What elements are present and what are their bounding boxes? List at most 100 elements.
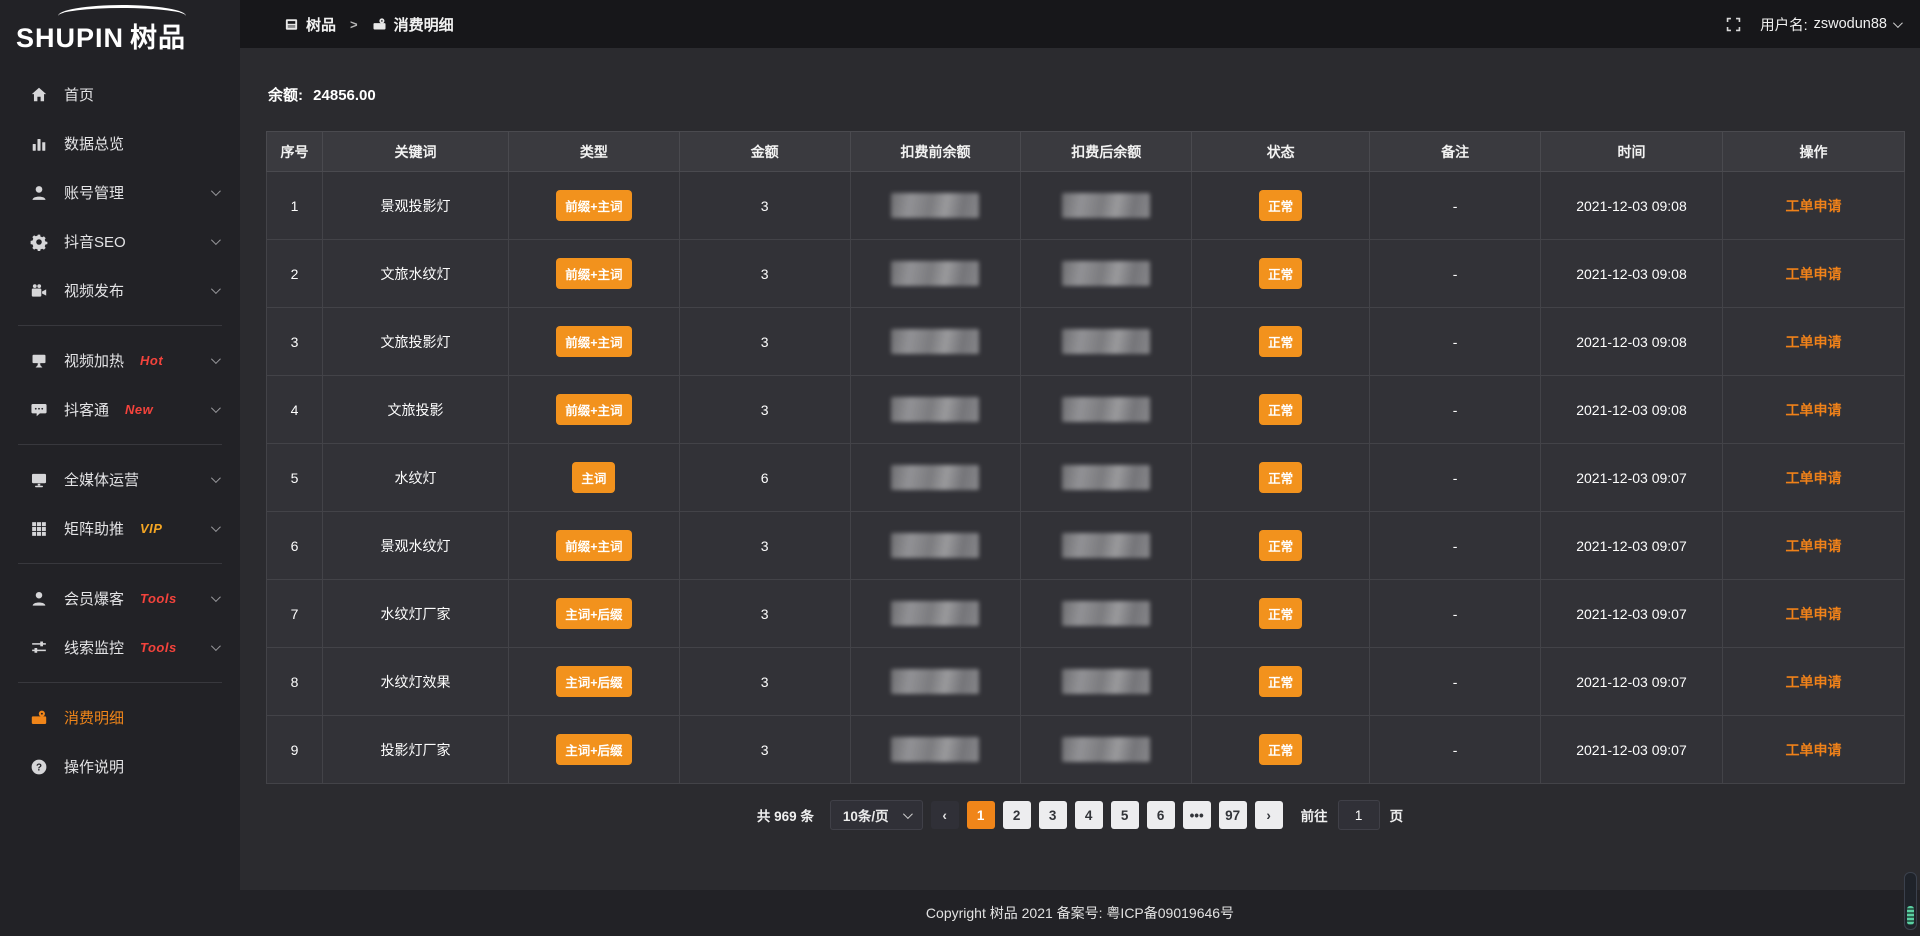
breadcrumb-item-current: 消费明细 <box>394 14 454 35</box>
member-icon <box>30 590 48 608</box>
work-order-link[interactable]: 工单申请 <box>1786 674 1842 690</box>
chat-icon <box>30 401 48 419</box>
sidebar-item-video-heating[interactable]: 视频加热Hot <box>0 336 240 385</box>
cell-index: 2 <box>267 240 323 308</box>
cell-status: 正常 <box>1192 308 1370 376</box>
sidebar-item-data-overview[interactable]: 数据总览 <box>0 119 240 168</box>
work-order-link[interactable]: 工单申请 <box>1786 402 1842 418</box>
censored-pre-balance <box>891 669 979 694</box>
sidebar-item-clue-monitor[interactable]: 线索监控 Tools <box>0 623 240 672</box>
page-button-5[interactable]: 5 <box>1111 801 1139 829</box>
sidebar-item-badge: Tools <box>140 640 177 655</box>
table-row: 7水纹灯厂家主词+后缀3正常-2021-12-03 09:07工单申请 <box>267 580 1905 648</box>
cell-remark: - <box>1370 308 1541 376</box>
col-header-status: 状态 <box>1192 132 1370 172</box>
sidebar-item-matrix-boost[interactable]: 矩阵助推VIP <box>0 504 240 553</box>
sidebar-item-video-publish[interactable]: 视频发布 <box>0 266 240 315</box>
cell-remark: - <box>1370 240 1541 308</box>
cell-index: 3 <box>267 308 323 376</box>
censored-pre-balance <box>891 261 979 286</box>
topbar: 树品 > 消费明细 用户名: zswodun88 <box>240 0 1920 48</box>
next-page-button[interactable]: › <box>1255 801 1283 829</box>
cell-amount: 3 <box>679 240 850 308</box>
page-button-3[interactable]: 3 <box>1039 801 1067 829</box>
table-row: 2文旅水纹灯前缀+主词3正常-2021-12-03 09:08工单申请 <box>267 240 1905 308</box>
prev-page-button[interactable]: ‹ <box>931 801 959 829</box>
scrollbar-thumb[interactable] <box>1907 906 1914 925</box>
sidebar-item-label: 视频发布 <box>64 280 124 301</box>
cell-amount: 6 <box>679 444 850 512</box>
user-menu[interactable]: 用户名: zswodun88 <box>1760 14 1900 35</box>
censored-pre-balance <box>891 533 979 558</box>
cell-keyword: 水纹灯厂家 <box>323 580 509 648</box>
page-size-select[interactable]: 10条/页 <box>830 800 923 830</box>
work-order-link[interactable]: 工单申请 <box>1786 742 1842 758</box>
sidebar-item-label: 线索监控 <box>64 637 124 658</box>
balance-value: 24856.00 <box>313 87 376 104</box>
goto-page: 前往 页 <box>1301 800 1404 830</box>
type-badge: 前缀+主词 <box>556 394 631 425</box>
work-order-link[interactable]: 工单申请 <box>1786 538 1842 554</box>
cell-action: 工单申请 <box>1723 444 1905 512</box>
page-button-1[interactable]: 1 <box>967 801 995 829</box>
col-header-amount: 金额 <box>679 132 850 172</box>
cell-keyword: 水纹灯 <box>323 444 509 512</box>
cell-status: 正常 <box>1192 240 1370 308</box>
consumption-table-wrap: 序号 关键词 类型 金额 扣费前余额 扣费后余额 状态 备注 时间 操作 1景观… <box>266 131 1905 784</box>
page-button-2[interactable]: 2 <box>1003 801 1031 829</box>
logo-arc-decoration <box>58 5 186 16</box>
breadcrumb-item-root[interactable]: 树品 <box>306 14 336 35</box>
fullscreen-icon[interactable] <box>1725 16 1742 33</box>
cell-amount: 3 <box>679 580 850 648</box>
page-button-4[interactable]: 4 <box>1075 801 1103 829</box>
scrollbar-widget[interactable] <box>1904 872 1917 930</box>
breadcrumb-separator: > <box>350 17 358 32</box>
topbar-right: 用户名: zswodun88 <box>1725 14 1900 35</box>
work-order-link[interactable]: 工单申请 <box>1786 606 1842 622</box>
sidebar-divider <box>18 325 222 326</box>
sidebar-item-member-burst[interactable]: 会员爆客Tools <box>0 574 240 623</box>
heat-icon <box>30 352 48 370</box>
sidebar-item-home[interactable]: 首页 <box>0 70 240 119</box>
col-header-remark: 备注 <box>1370 132 1541 172</box>
balance-label: 余额: <box>268 87 303 104</box>
cell-amount: 3 <box>679 512 850 580</box>
sidebar-item-douketong[interactable]: 抖客通New <box>0 385 240 434</box>
logo-text: SHUPIN树品 <box>16 16 240 55</box>
cell-keyword: 文旅投影 <box>323 376 509 444</box>
cell-type: 前缀+主词 <box>509 172 680 240</box>
sidebar-item-consumption-detail[interactable]: 消费明细 <box>0 693 240 742</box>
cell-post-balance <box>1021 512 1192 580</box>
work-order-link[interactable]: 工单申请 <box>1786 470 1842 486</box>
work-order-link[interactable]: 工单申请 <box>1786 334 1842 350</box>
sidebar-item-douyin-seo[interactable]: 抖音SEO <box>0 217 240 266</box>
cell-time: 2021-12-03 09:07 <box>1541 444 1723 512</box>
goto-page-input[interactable] <box>1338 800 1380 830</box>
status-badge: 正常 <box>1259 734 1302 765</box>
cell-time: 2021-12-03 09:08 <box>1541 172 1723 240</box>
censored-post-balance <box>1062 329 1150 354</box>
censored-pre-balance <box>891 601 979 626</box>
censored-post-balance <box>1062 261 1150 286</box>
chevron-down-icon <box>1893 18 1903 28</box>
more-pages-button[interactable]: ••• <box>1183 801 1211 829</box>
sidebar-item-account-management[interactable]: 账号管理 <box>0 168 240 217</box>
work-order-link[interactable]: 工单申请 <box>1786 198 1842 214</box>
cell-index: 1 <box>267 172 323 240</box>
wallet-icon <box>30 709 48 727</box>
page-button-6[interactable]: 6 <box>1147 801 1175 829</box>
cell-amount: 3 <box>679 648 850 716</box>
work-order-link[interactable]: 工单申请 <box>1786 266 1842 282</box>
cell-time: 2021-12-03 09:07 <box>1541 580 1723 648</box>
wallet-icon <box>372 17 387 32</box>
sidebar-item-operation-guide[interactable]: ?操作说明 <box>0 742 240 791</box>
chart-icon <box>30 135 48 153</box>
cell-amount: 3 <box>679 308 850 376</box>
sidebar-item-all-media-operation[interactable]: 全媒体运营 <box>0 455 240 504</box>
chevron-down-icon <box>903 809 913 819</box>
cell-time: 2021-12-03 09:08 <box>1541 308 1723 376</box>
chevron-down-icon <box>211 354 221 364</box>
table-header-row: 序号 关键词 类型 金额 扣费前余额 扣费后余额 状态 备注 时间 操作 <box>267 132 1905 172</box>
censored-post-balance <box>1062 193 1150 218</box>
page-button-97[interactable]: 97 <box>1219 801 1247 829</box>
